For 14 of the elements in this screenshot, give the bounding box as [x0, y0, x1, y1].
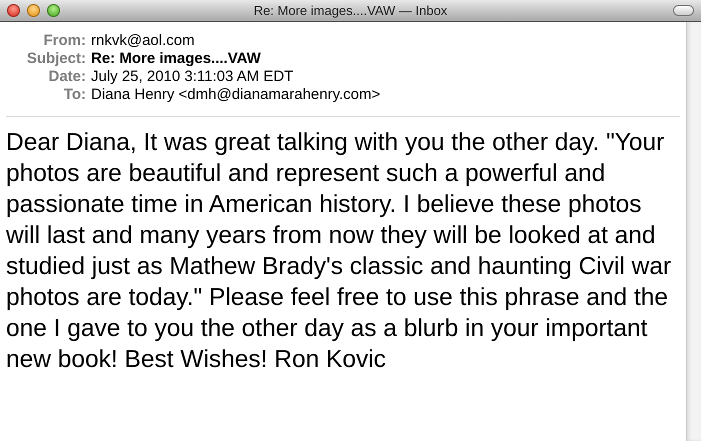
header-value: Diana Henry <dmh@dianamarahenry.com> [91, 85, 380, 105]
window-title: Re: More images....VAW — Inbox [254, 2, 448, 20]
zoom-button[interactable] [47, 4, 60, 17]
header-label: Subject: [26, 49, 86, 69]
close-button[interactable] [7, 4, 20, 17]
header-label: Date: [47, 67, 86, 87]
header-value: Re: More images....VAW [91, 49, 261, 69]
toolbar-toggle-button[interactable] [673, 5, 694, 16]
header-label: To: [62, 85, 86, 105]
minimize-button[interactable] [27, 4, 40, 17]
header-value: July 25, 2010 3:11:03 AM EDT [91, 67, 294, 87]
header-value: rnkvk@aol.com [91, 31, 195, 51]
header-label: From: [42, 31, 86, 51]
message-body: Dear Diana, It was great talking with you the other day. "Your photos are beautiful and represent such a powerful and passionate time in American history. I believe these photos will last and many years from now they will be looked at and studied just as Mathew Brady's classic and haunting Civil war photos are today." Please feel free to use this phrase and the one I gave to you the other day as a blurb in your important new book! Best Wishes! Ron Kovic [5, 128, 672, 375]
